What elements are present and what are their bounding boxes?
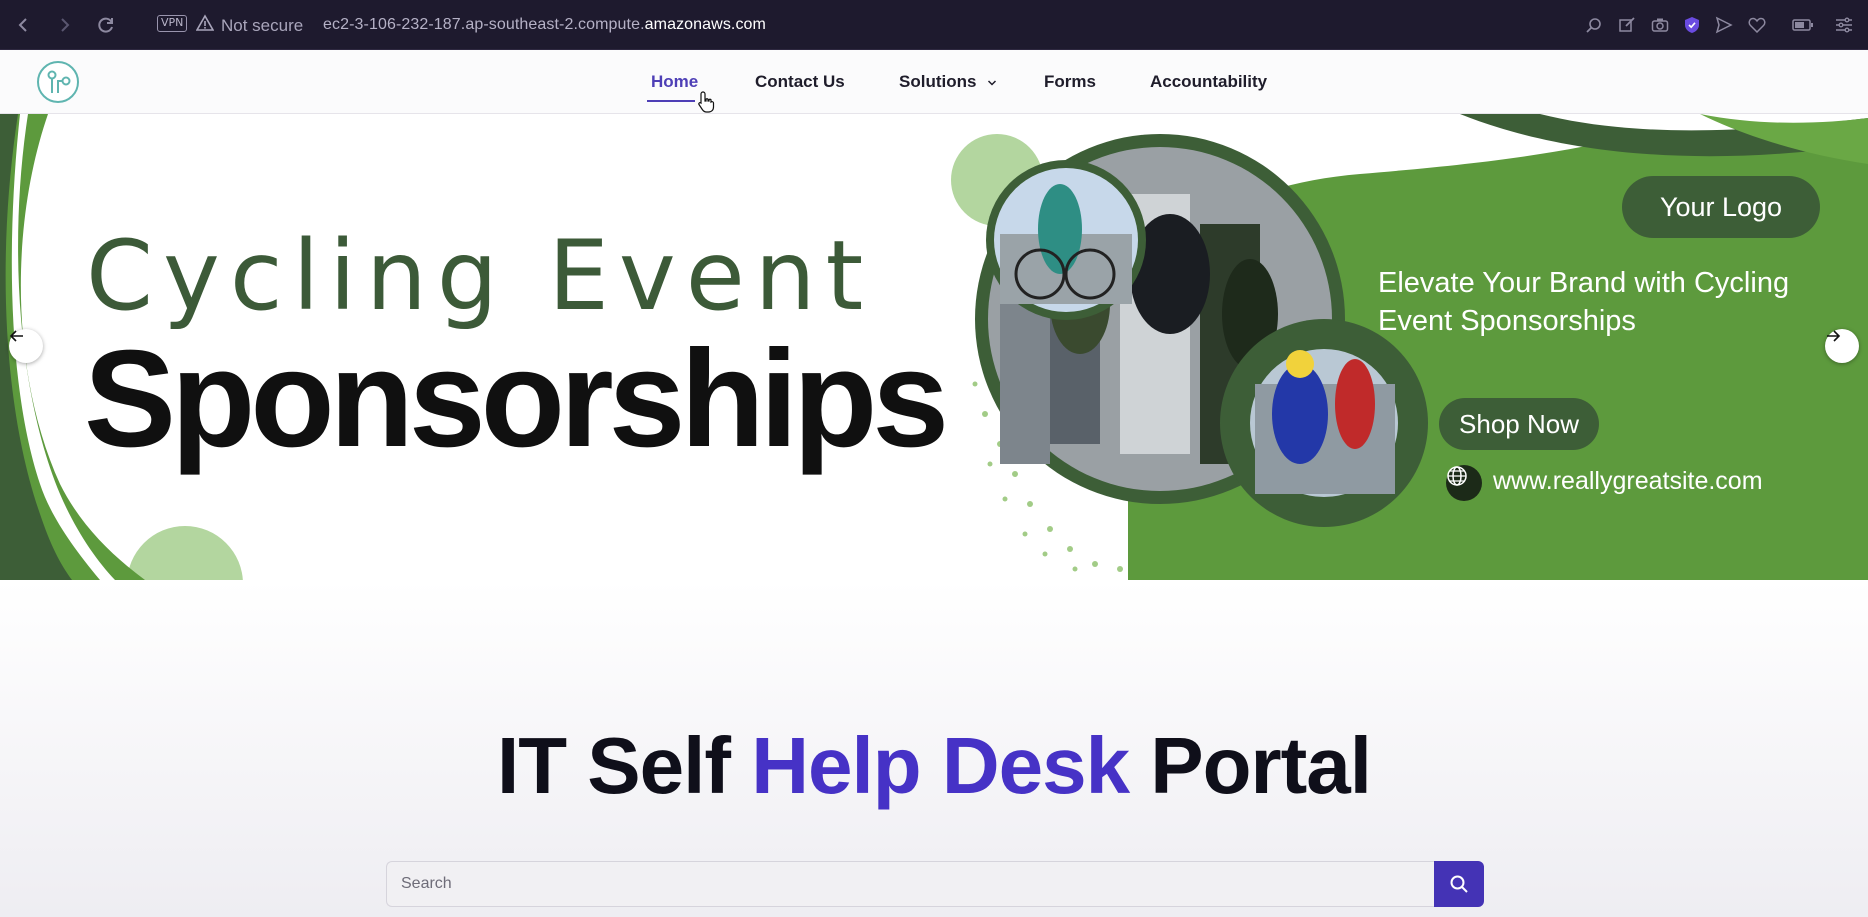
battery-icon[interactable] (1792, 14, 1814, 36)
heart-icon[interactable] (1746, 14, 1768, 36)
security-status[interactable]: Not secure (221, 16, 303, 36)
warning-icon[interactable] (195, 14, 215, 37)
shop-now-button: Shop Now (1439, 398, 1599, 450)
hero-tagline: Elevate Your Brand with Cycling Event Sp… (1378, 267, 1790, 337)
back-icon[interactable] (12, 13, 36, 37)
search-page-icon[interactable] (1583, 14, 1605, 36)
site-header: Home Contact Us Solutions Forms Accounta… (0, 50, 1868, 114)
arrow-right-icon (1827, 330, 1841, 342)
forward-icon[interactable] (52, 13, 76, 37)
portal-title: IT Self Help Desk Portal (0, 720, 1868, 812)
nav-accountability[interactable]: Accountability (1150, 72, 1267, 92)
url-domain: amazonaws.com (644, 16, 766, 33)
nav-solutions[interactable]: Solutions (899, 72, 997, 92)
hero-logo-pill: Your Logo (1622, 176, 1820, 238)
url-prefix: ec2-3-106-232-187.ap-southeast-2.compute… (323, 16, 645, 33)
reload-icon[interactable] (94, 13, 118, 37)
carousel-prev-button[interactable] (9, 329, 43, 363)
site-logo[interactable] (36, 60, 80, 104)
hero-carousel[interactable]: Cycling Event Sponsorships Your Logo Ele… (0, 114, 1868, 580)
hero-website: www.reallygreatsite.com (1493, 467, 1763, 495)
arrow-left-icon (9, 330, 23, 342)
search-input[interactable] (386, 861, 1434, 907)
search-icon (1450, 875, 1468, 893)
portal-title-accent: Help Desk (751, 721, 1130, 810)
browser-toolbar: VPN Not secure ec2-3-106-232-187.ap-sout… (0, 0, 1868, 50)
chevron-down-icon (988, 80, 997, 86)
camera-icon[interactable] (1649, 14, 1671, 36)
globe-icon (1446, 465, 1482, 501)
portal-title-part2: Portal (1129, 721, 1372, 810)
menu-icon[interactable] (1833, 14, 1855, 36)
nav-forms[interactable]: Forms (1044, 72, 1096, 92)
shield-icon[interactable] (1681, 14, 1703, 36)
nav-home[interactable]: Home (651, 72, 698, 92)
nav-contact-us[interactable]: Contact Us (755, 72, 845, 92)
send-icon[interactable] (1713, 14, 1735, 36)
address-bar[interactable]: ec2-3-106-232-187.ap-southeast-2.compute… (323, 16, 766, 34)
hero-title-line2: Sponsorships (84, 322, 949, 476)
active-nav-indicator (647, 100, 695, 102)
portal-section: IT Self Help Desk Portal (0, 580, 1868, 917)
search-button[interactable] (1434, 861, 1484, 907)
hero-title-line1: Cycling Event (86, 220, 874, 332)
edit-icon[interactable] (1616, 14, 1638, 36)
search-bar (386, 861, 1484, 907)
portal-title-part1: IT Self (496, 721, 752, 810)
carousel-next-button[interactable] (1825, 329, 1859, 363)
vpn-badge[interactable]: VPN (157, 15, 188, 32)
nav-solutions-label: Solutions (899, 72, 977, 91)
